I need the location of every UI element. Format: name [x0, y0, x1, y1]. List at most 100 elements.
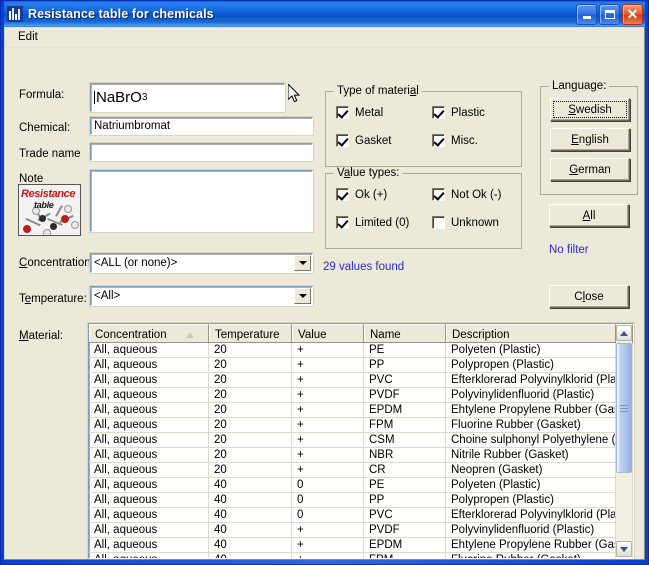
close-button[interactable]: Close	[549, 285, 629, 308]
table-cell: FPM	[364, 418, 446, 432]
checkbox-label: Metal	[355, 106, 384, 119]
table-row[interactable]: All, aqueous 20 + EPDM Ehtylene Propylene Ru…	[89, 403, 633, 418]
table-cell: All, aqueous	[89, 523, 209, 537]
checkbox-label: Plastic	[451, 106, 485, 119]
grid-header-name[interactable]: Name	[364, 324, 446, 342]
table-cell: 40	[209, 538, 292, 552]
table-cell: PE	[364, 478, 446, 492]
material-results-grid[interactable]: Concentration Temperature Value Name Des…	[88, 323, 634, 559]
checkbox-misc[interactable]: Misc.	[432, 134, 478, 147]
table-row[interactable]: All, aqueous 40 + PVDF Polyvinylidenfluorid …	[89, 523, 633, 538]
maximize-button[interactable]	[599, 3, 620, 25]
table-row[interactable]: All, aqueous 20 + PVC Efterklorerad Polyviny…	[89, 373, 633, 388]
menu-item-edit[interactable]: Edit	[12, 29, 44, 45]
table-row[interactable]: All, aqueous 20 + PVDF Polyvinylidenfluorid …	[89, 388, 633, 403]
table-row[interactable]: All, aqueous 40 0 PVC Efterklorerad Polyviny…	[89, 508, 633, 523]
chevron-down-icon[interactable]	[294, 255, 311, 271]
table-row[interactable]: All, aqueous 20 + FPM Fluorine Rubber (Gaske…	[89, 418, 633, 433]
concentration-select[interactable]: <ALL (or none)>	[90, 253, 313, 273]
minimize-button[interactable]	[576, 3, 597, 25]
table-cell: PVDF	[364, 523, 446, 537]
table-cell: 40	[209, 553, 292, 558]
chemical-input[interactable]: Natriumbromat	[90, 117, 313, 135]
checkbox-limited[interactable]: Limited (0)	[336, 216, 409, 229]
scrollbar-thumb[interactable]	[616, 343, 632, 473]
filter-state-text: No filter	[549, 244, 589, 256]
table-cell: +	[292, 523, 364, 537]
scroll-down-button[interactable]	[616, 541, 632, 557]
close-window-button[interactable]: ✕	[622, 3, 643, 25]
grid-header-concentration[interactable]: Concentration	[89, 324, 209, 342]
window-frame: Resistance table for chemicals ✕ Edit Fo	[0, 0, 649, 565]
type-of-material-title: Type of material	[334, 85, 422, 97]
logo-atom	[23, 225, 31, 233]
checkbox-ok[interactable]: Ok (+)	[336, 188, 387, 201]
checkbox-label: Misc.	[451, 134, 478, 147]
checkbox-gasket[interactable]: Gasket	[336, 134, 391, 147]
resistance-table-logo: Resistance table	[18, 184, 81, 236]
table-cell: Ehtylene Propylene Rubber (Gas...	[446, 403, 616, 417]
table-cell: Polyvinylidenfluorid (Plastic)	[446, 388, 616, 402]
table-cell: +	[292, 358, 364, 372]
table-row[interactable]: All, aqueous 20 + PP Polypropen (Plastic)	[89, 358, 633, 373]
table-cell: 20	[209, 448, 292, 462]
table-cell: +	[292, 388, 364, 402]
table-row[interactable]: All, aqueous 20 + NBR Nitrile Rubber (Gasket…	[89, 448, 633, 463]
checkbox-box	[432, 106, 445, 119]
table-cell: All, aqueous	[89, 493, 209, 507]
trade-name-input[interactable]	[90, 143, 313, 161]
grid-header-description[interactable]: Description	[446, 324, 616, 342]
table-cell: PVC	[364, 508, 446, 522]
checkbox-plastic[interactable]: Plastic	[432, 106, 485, 119]
trade-name-label: Trade name	[19, 148, 81, 160]
window-title: Resistance table for chemicals	[28, 7, 214, 21]
window-controls: ✕	[576, 3, 645, 25]
all-button[interactable]: All	[549, 204, 629, 227]
checkbox-not-ok[interactable]: Not Ok (-)	[432, 188, 501, 201]
grid-vertical-scrollbar[interactable]	[616, 325, 632, 557]
table-row[interactable]: All, aqueous40+FPMFluorine Rubber (Gaske…	[89, 553, 633, 558]
table-cell: 40	[209, 478, 292, 492]
checkbox-box	[336, 188, 349, 201]
language-button-swedish[interactable]: Swedish	[550, 98, 630, 121]
chevron-up-icon	[620, 330, 628, 336]
table-row[interactable]: All, aqueous 20 + CSM Choine sulphonyl Polye…	[89, 433, 633, 448]
scroll-up-button[interactable]	[616, 325, 632, 341]
temperature-select[interactable]: <All>	[90, 286, 313, 306]
table-cell: 40	[209, 508, 292, 522]
language-button-german[interactable]: German	[550, 158, 630, 181]
button-label: Close	[574, 290, 604, 303]
table-cell: CR	[364, 463, 446, 477]
table-row[interactable]: All, aqueous 40 0 PE Polyeten (Plastic)	[89, 478, 633, 493]
table-cell: All, aqueous	[89, 388, 209, 402]
table-cell: 0	[292, 508, 364, 522]
table-cell: Polyeten (Plastic)	[446, 478, 616, 492]
mouse-cursor	[288, 84, 301, 103]
formula-input[interactable]: NaBrO 3	[90, 83, 285, 112]
logo-line2: table	[34, 200, 54, 210]
table-row[interactable]: All, aqueous 20 + PE Polyeten (Plastic)	[89, 343, 633, 358]
table-cell: 20	[209, 388, 292, 402]
table-row[interactable]: All, aqueous 40 + EPDM Ehtylene Propylene Ru…	[89, 538, 633, 553]
grid-header-value[interactable]: Value	[292, 324, 364, 342]
table-cell: Fluorine Rubber (Gasket)	[446, 418, 616, 432]
close-icon: ✕	[626, 6, 639, 22]
grid-header-temperature[interactable]: Temperature	[209, 324, 292, 342]
sort-ascending-icon	[186, 331, 194, 338]
table-cell: All, aqueous	[89, 478, 209, 492]
table-cell: 20	[209, 373, 292, 387]
table-row[interactable]: All, aqueous 20 + CR Neopren (Gasket)	[89, 463, 633, 478]
table-cell: EPDM	[364, 538, 446, 552]
title-bar[interactable]: Resistance table for chemicals ✕	[4, 1, 645, 27]
table-cell: Choine sulphonyl Polyethylene (G...	[446, 433, 616, 447]
note-input[interactable]	[90, 170, 313, 232]
chevron-down-icon[interactable]	[294, 288, 311, 304]
table-cell: Fluorine Rubber (Gasket)	[446, 553, 616, 558]
checkbox-unknown[interactable]: Unknown	[432, 216, 499, 229]
checkbox-metal[interactable]: Metal	[336, 106, 383, 119]
checkbox-box	[336, 216, 349, 229]
table-row[interactable]: All, aqueous 40 0 PP Polypropen (Plastic)	[89, 493, 633, 508]
maximize-icon	[604, 9, 615, 19]
button-label: All	[582, 209, 596, 222]
language-button-english[interactable]: English	[550, 128, 630, 151]
